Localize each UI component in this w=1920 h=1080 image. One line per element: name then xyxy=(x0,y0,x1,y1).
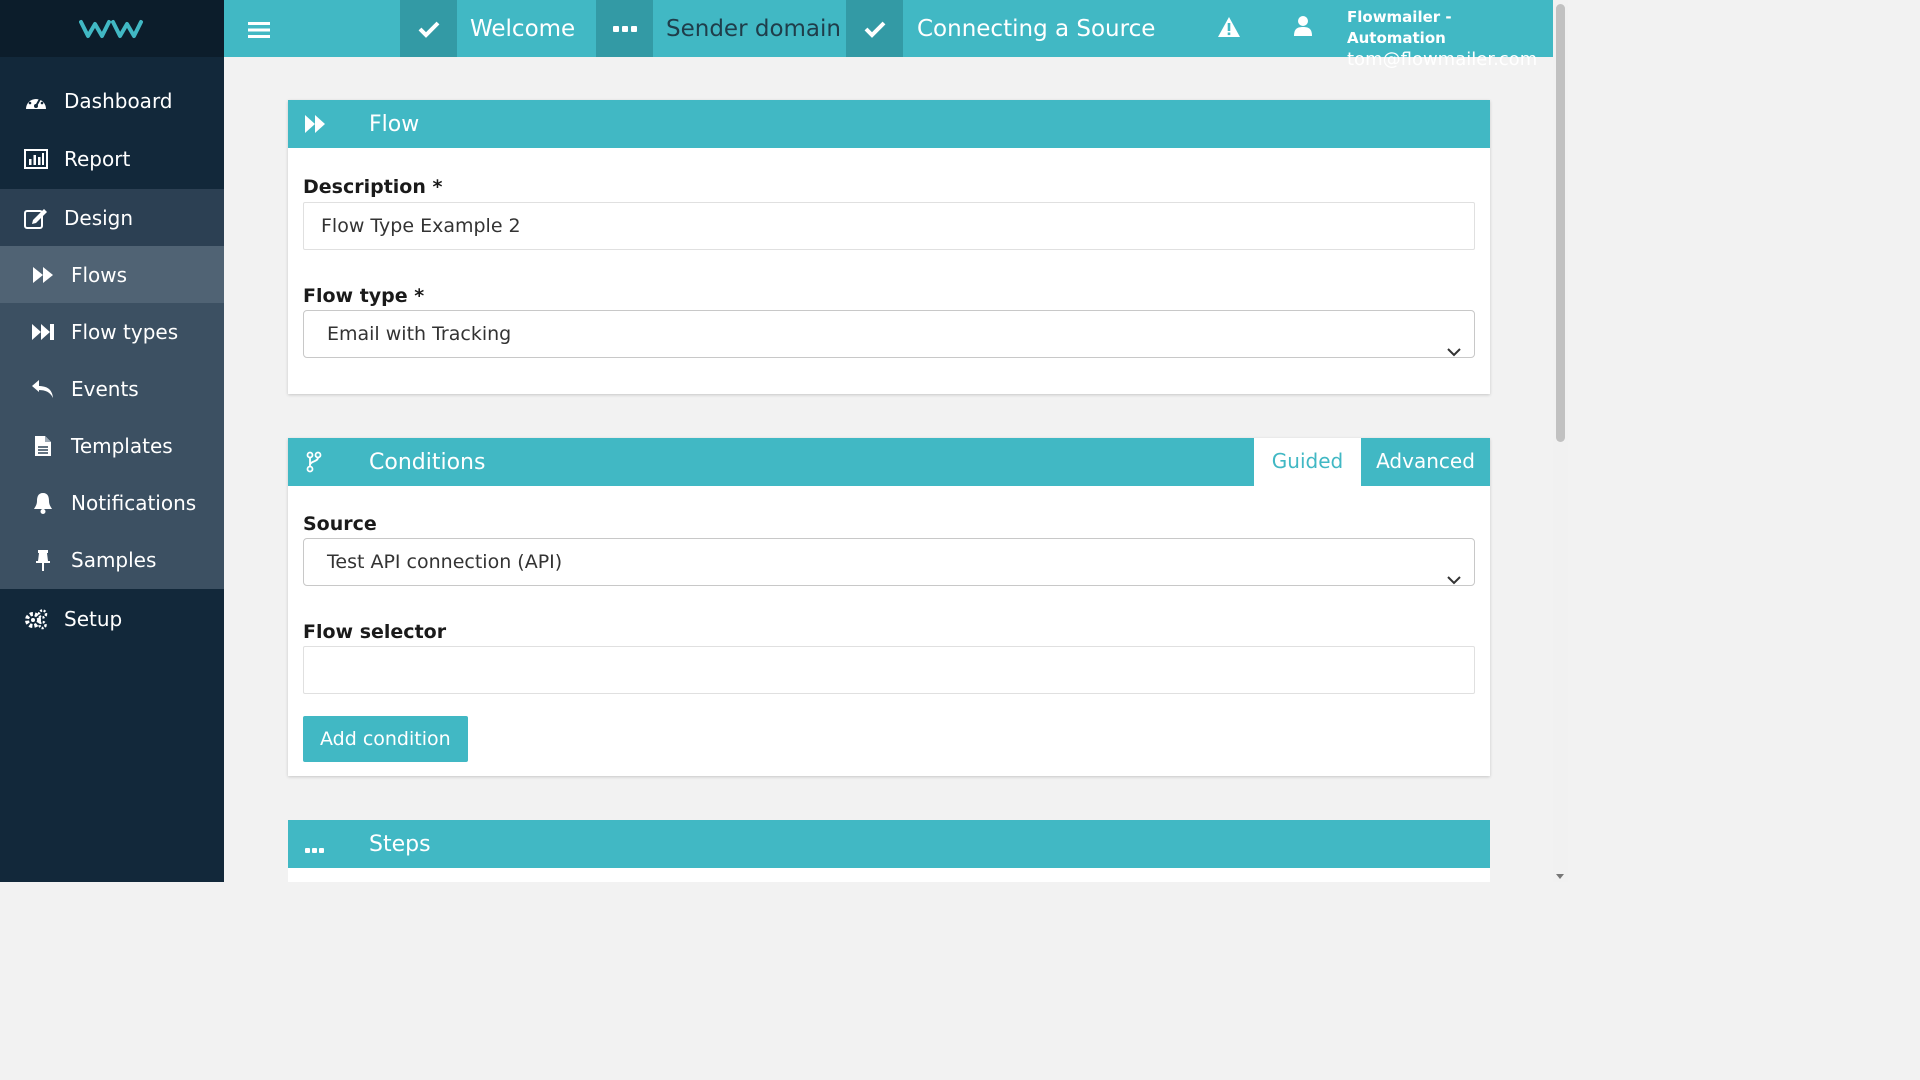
sidebar-item-label: Flows xyxy=(71,262,128,287)
notifications-icon xyxy=(31,491,55,515)
sidebar-item-label: Flow types xyxy=(71,319,179,344)
flow-selector-input[interactable] xyxy=(303,646,1475,694)
branch-icon xyxy=(306,451,322,477)
page-scrollbar[interactable] xyxy=(1553,0,1568,882)
fast-forward-icon xyxy=(304,114,326,138)
sidebar-item-samples[interactable]: Samples xyxy=(0,531,224,589)
chevron-down-icon xyxy=(1447,556,1461,602)
dashboard-icon xyxy=(24,89,48,113)
sidebar-item-setup[interactable]: Setup xyxy=(0,590,224,648)
scrollbar-thumb[interactable] xyxy=(1556,4,1565,442)
sidebar: Dashboard Report Design Flows Flow types… xyxy=(0,0,224,882)
flow-panel-title: Flow xyxy=(369,112,420,137)
step-sender-domain-dots-icon[interactable] xyxy=(596,0,653,57)
design-icon xyxy=(24,206,48,230)
conditions-panel: Conditions Guided Advanced Source Test A… xyxy=(288,438,1490,776)
samples-icon xyxy=(31,548,55,572)
step-welcome[interactable]: Welcome xyxy=(470,0,575,57)
sidebar-item-templates[interactable]: Templates xyxy=(0,417,224,474)
flowmailer-logo[interactable] xyxy=(0,0,224,57)
steps-panel: Steps xyxy=(288,820,1490,882)
step-connecting-source-check-icon[interactable] xyxy=(846,0,903,57)
tab-advanced[interactable]: Advanced xyxy=(1361,438,1490,486)
sidebar-item-dashboard[interactable]: Dashboard xyxy=(0,72,224,130)
sidebar-item-flow-types[interactable]: Flow types xyxy=(0,303,224,360)
source-selected-value: Test API connection (API) xyxy=(327,551,563,573)
account-name: Flowmailer - Automation xyxy=(1347,8,1452,47)
hamburger-menu-icon[interactable] xyxy=(248,21,270,43)
warning-icon[interactable] xyxy=(1217,16,1241,42)
report-icon xyxy=(24,147,48,171)
tab-guided[interactable]: Guided xyxy=(1254,438,1361,486)
sidebar-item-label: Report xyxy=(64,147,131,171)
account-email: tom@flowmailer.com xyxy=(1347,49,1538,70)
sidebar-item-label: Notifications xyxy=(71,490,197,515)
setup-icon xyxy=(24,607,48,631)
source-select[interactable]: Test API connection (API) xyxy=(303,538,1475,586)
sidebar-item-design[interactable]: Design xyxy=(0,189,224,246)
flow-type-select[interactable]: Email with Tracking xyxy=(303,310,1475,358)
sidebar-item-report[interactable]: Report xyxy=(0,130,224,188)
sidebar-item-flows[interactable]: Flows xyxy=(0,246,224,303)
sidebar-item-label: Events xyxy=(71,376,139,401)
flow-type-selected-value: Email with Tracking xyxy=(327,323,512,345)
step-welcome-check-icon[interactable] xyxy=(400,0,457,57)
sidebar-item-events[interactable]: Events xyxy=(0,360,224,417)
description-input[interactable]: Flow Type Example 2 xyxy=(303,202,1475,250)
steps-panel-title: Steps xyxy=(369,832,431,857)
sidebar-item-label: Design xyxy=(64,205,134,230)
flow-panel-header: Flow xyxy=(288,100,1490,148)
scroll-down-arrow-icon[interactable] xyxy=(1556,874,1564,879)
user-icon[interactable] xyxy=(1294,15,1312,41)
step-connecting-source[interactable]: Connecting a Source xyxy=(917,0,1155,57)
logo-icon xyxy=(79,19,143,38)
sidebar-item-label: Templates xyxy=(71,433,173,458)
steps-dots-icon xyxy=(305,840,325,859)
flows-icon xyxy=(31,263,55,287)
sidebar-item-label: Dashboard xyxy=(64,89,173,113)
flow-selector-label: Flow selector xyxy=(303,621,447,643)
step-sender-domain[interactable]: Sender domain xyxy=(666,0,841,57)
conditions-panel-header: Conditions Guided Advanced xyxy=(288,438,1490,486)
flow-panel: Flow Description * Flow Type Example 2 F… xyxy=(288,100,1490,394)
account-info[interactable]: Flowmailer - Automation tom@flowmailer.c… xyxy=(1347,7,1553,70)
top-bar: Welcome Sender domain Connecting a Sourc… xyxy=(224,0,1553,70)
sidebar-item-notifications[interactable]: Notifications xyxy=(0,474,224,531)
chevron-down-icon xyxy=(1447,328,1461,374)
events-icon xyxy=(31,377,55,401)
conditions-panel-title: Conditions xyxy=(369,450,486,475)
source-label: Source xyxy=(303,513,377,535)
steps-panel-header: Steps xyxy=(288,820,1490,868)
sidebar-item-label: Samples xyxy=(71,548,157,572)
templates-icon xyxy=(31,434,55,458)
flow-types-icon xyxy=(31,320,55,344)
description-label: Description * xyxy=(303,176,443,198)
add-condition-button[interactable]: Add condition xyxy=(303,716,468,762)
flow-type-label: Flow type * xyxy=(303,285,425,307)
sidebar-item-label: Setup xyxy=(64,607,123,631)
